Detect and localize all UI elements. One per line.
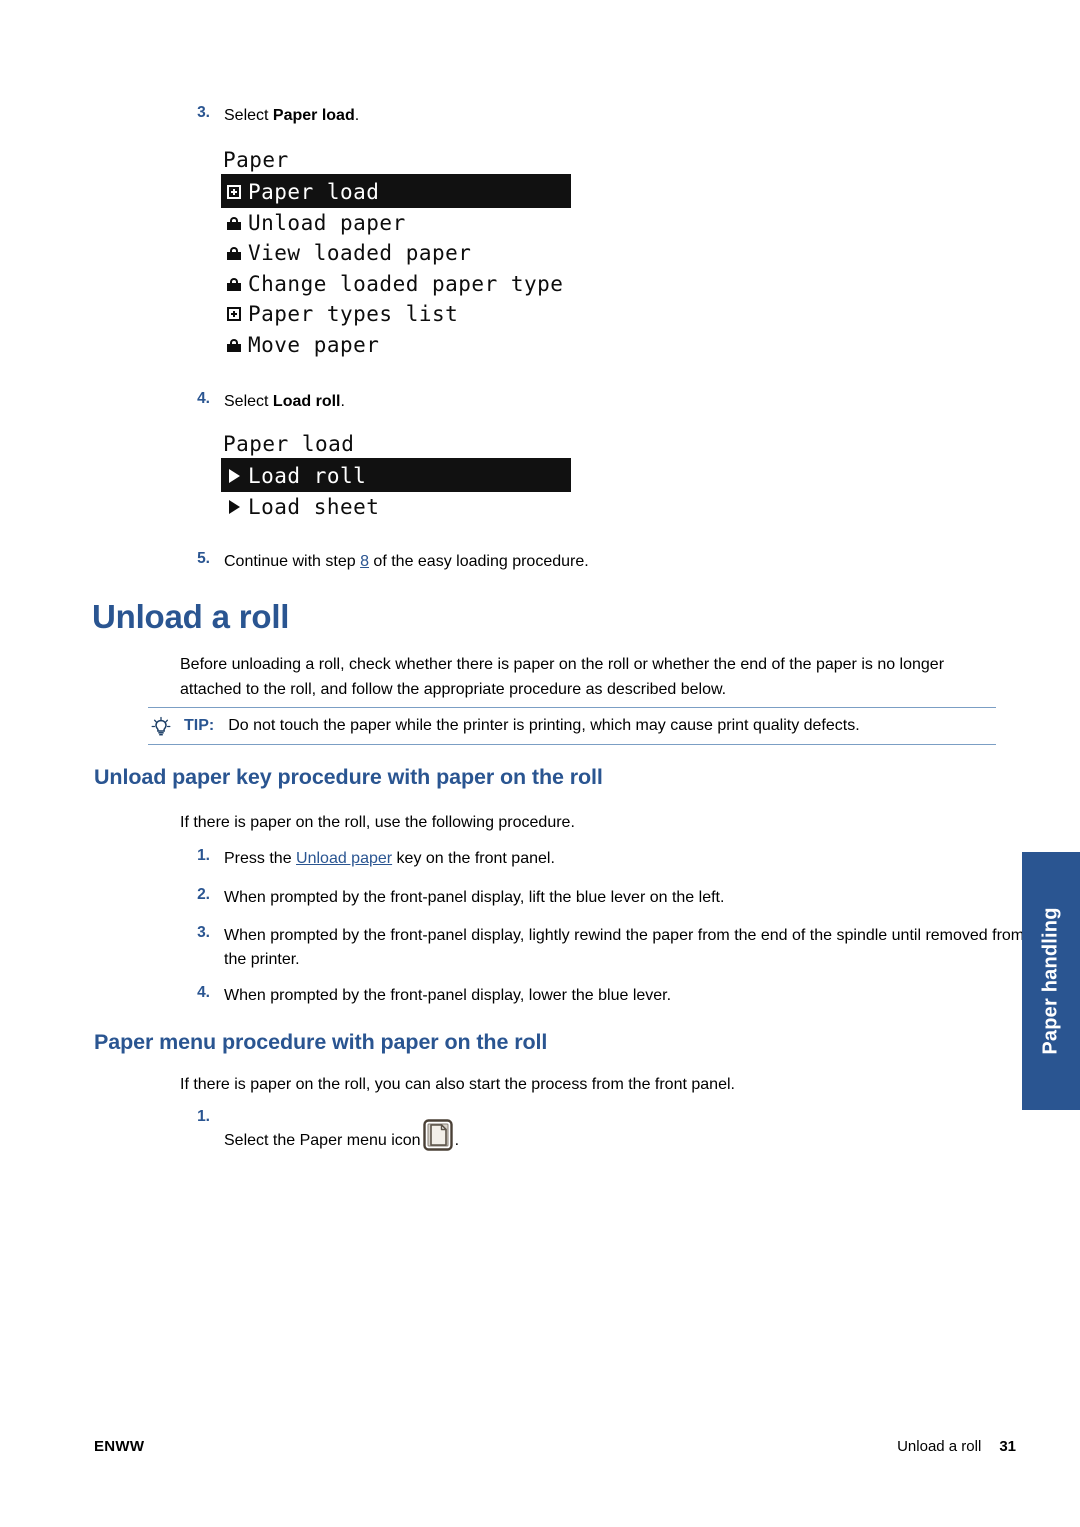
- lcd-menu-item-paper-load[interactable]: Paper load: [221, 177, 571, 208]
- step-8-link[interactable]: 8: [360, 553, 369, 570]
- step-text-after: .: [354, 107, 360, 124]
- page-title: Unload a roll: [92, 598, 290, 635]
- subsection-heading-paper-menu: Paper menu procedure with paper on the r…: [94, 1030, 548, 1054]
- step-text-before: Continue with step: [224, 553, 361, 570]
- step-number: 2.: [197, 886, 210, 903]
- box-plus-icon: [224, 307, 244, 322]
- step-text: Press the Unload paper key on the front …: [224, 847, 555, 871]
- lcd-menu-item-label: Paper types list: [248, 302, 459, 326]
- lcd-menu-item-label: Change loaded paper type: [248, 271, 564, 296]
- step-text: Select the Paper menu icon .: [224, 1118, 459, 1153]
- step-text-bold: Load roll: [272, 393, 341, 410]
- step-text-after: .: [454, 1132, 460, 1149]
- lcd-menu-item-label: Load sheet: [248, 494, 380, 519]
- tip-text: Do not touch the paper while the printer…: [228, 717, 860, 734]
- lcd-menu-item-label: Paper load: [248, 180, 380, 204]
- page-number: 31: [999, 1438, 1016, 1455]
- step-text: Select Paper load.: [224, 104, 359, 128]
- lcd-menu-item-load-roll[interactable]: Load roll: [221, 461, 571, 492]
- unload-paper-link[interactable]: Unload paper: [296, 850, 392, 867]
- step-text-before: Press the: [224, 850, 297, 867]
- step-number: 3.: [197, 924, 210, 941]
- step-number: 1.: [197, 847, 210, 864]
- lock-icon: [224, 216, 244, 230]
- lock-icon: [224, 338, 244, 352]
- step-text-bold: Paper load: [272, 107, 355, 124]
- side-tab-paper-handling: Paper handling: [1022, 852, 1080, 1110]
- step-text: When prompted by the front-panel display…: [224, 987, 672, 1004]
- lcd-menu-item-load-sheet[interactable]: Load sheet: [221, 492, 571, 523]
- section-intro-paragraph: Before unloading a roll, check whether t…: [180, 656, 945, 698]
- step-text-before: Select: [224, 107, 273, 124]
- footer: Unload a roll 31: [897, 1438, 1016, 1455]
- subsection-heading-unload-paper-key: Unload paper key procedure with paper on…: [94, 765, 603, 789]
- lcd-menu-item-label: Move paper: [248, 332, 380, 357]
- front-panel-display-paper-load-menu: Paper load Load roll Load sheet: [221, 431, 571, 522]
- tip-bottom-divider: [148, 744, 996, 745]
- step-number: 5.: [197, 550, 210, 567]
- front-panel-display-paper-menu: Paper Paper load Unload paper View loade…: [221, 147, 571, 360]
- step-number: 4.: [197, 984, 210, 1001]
- step-text-before: Select the Paper menu icon: [224, 1132, 421, 1149]
- subsection-intro-paragraph: If there is paper on the roll, use the f…: [180, 814, 575, 831]
- step-text: Continue with step 8 of the easy loading…: [224, 550, 589, 574]
- step-text: When prompted by the front-panel display…: [224, 927, 1025, 968]
- lcd-title: Paper: [223, 148, 289, 172]
- lock-icon: [224, 246, 244, 261]
- tip-callout: TIP: Do not touch the paper while the pr…: [148, 707, 996, 745]
- lcd-menu-item-change-loaded-paper-type[interactable]: Change loaded paper type: [221, 269, 571, 300]
- lcd-menu-item-unload-paper[interactable]: Unload paper: [221, 208, 571, 239]
- lcd-menu-item-label: Load roll: [248, 464, 367, 488]
- step-number: 1.: [197, 1108, 210, 1125]
- lcd-menu-item-view-loaded-paper[interactable]: View loaded paper: [221, 238, 571, 269]
- paper-menu-icon[interactable]: [422, 1118, 454, 1152]
- lock-icon: [224, 277, 244, 291]
- step-number: 4.: [197, 390, 210, 407]
- triangle-right-icon: [224, 499, 244, 514]
- lcd-menu-item-paper-types-list[interactable]: Paper types list: [221, 299, 571, 330]
- footer-section-title: Unload a roll: [897, 1438, 982, 1455]
- lcd-menu-item-label: Unload paper: [248, 210, 406, 235]
- tip-label: TIP:: [184, 717, 215, 734]
- document-page: 3. Select Paper load. Paper Paper load U…: [0, 0, 1080, 1527]
- step-text-after: .: [340, 393, 345, 410]
- step-text-after: of the easy loading procedure.: [368, 553, 589, 570]
- lcd-menu-item-label: View loaded paper: [248, 241, 472, 265]
- step-text-before: Select: [224, 393, 273, 410]
- footer-locale: ENWW: [94, 1438, 145, 1455]
- step-text: Select Load roll.: [224, 390, 345, 414]
- box-plus-icon: [224, 185, 244, 200]
- step-text: When prompted by the front-panel display…: [224, 889, 725, 906]
- side-tab-label: Paper handling: [1039, 907, 1062, 1055]
- lightbulb-icon: [150, 716, 172, 738]
- step-number: 3.: [197, 104, 210, 121]
- subsection-intro-paragraph: If there is paper on the roll, you can a…: [180, 1076, 735, 1093]
- lcd-title: Paper load: [223, 432, 355, 456]
- triangle-right-icon: [224, 469, 244, 484]
- lcd-menu-item-move-paper[interactable]: Move paper: [221, 330, 571, 361]
- step-text-after: key on the front panel.: [392, 850, 555, 867]
